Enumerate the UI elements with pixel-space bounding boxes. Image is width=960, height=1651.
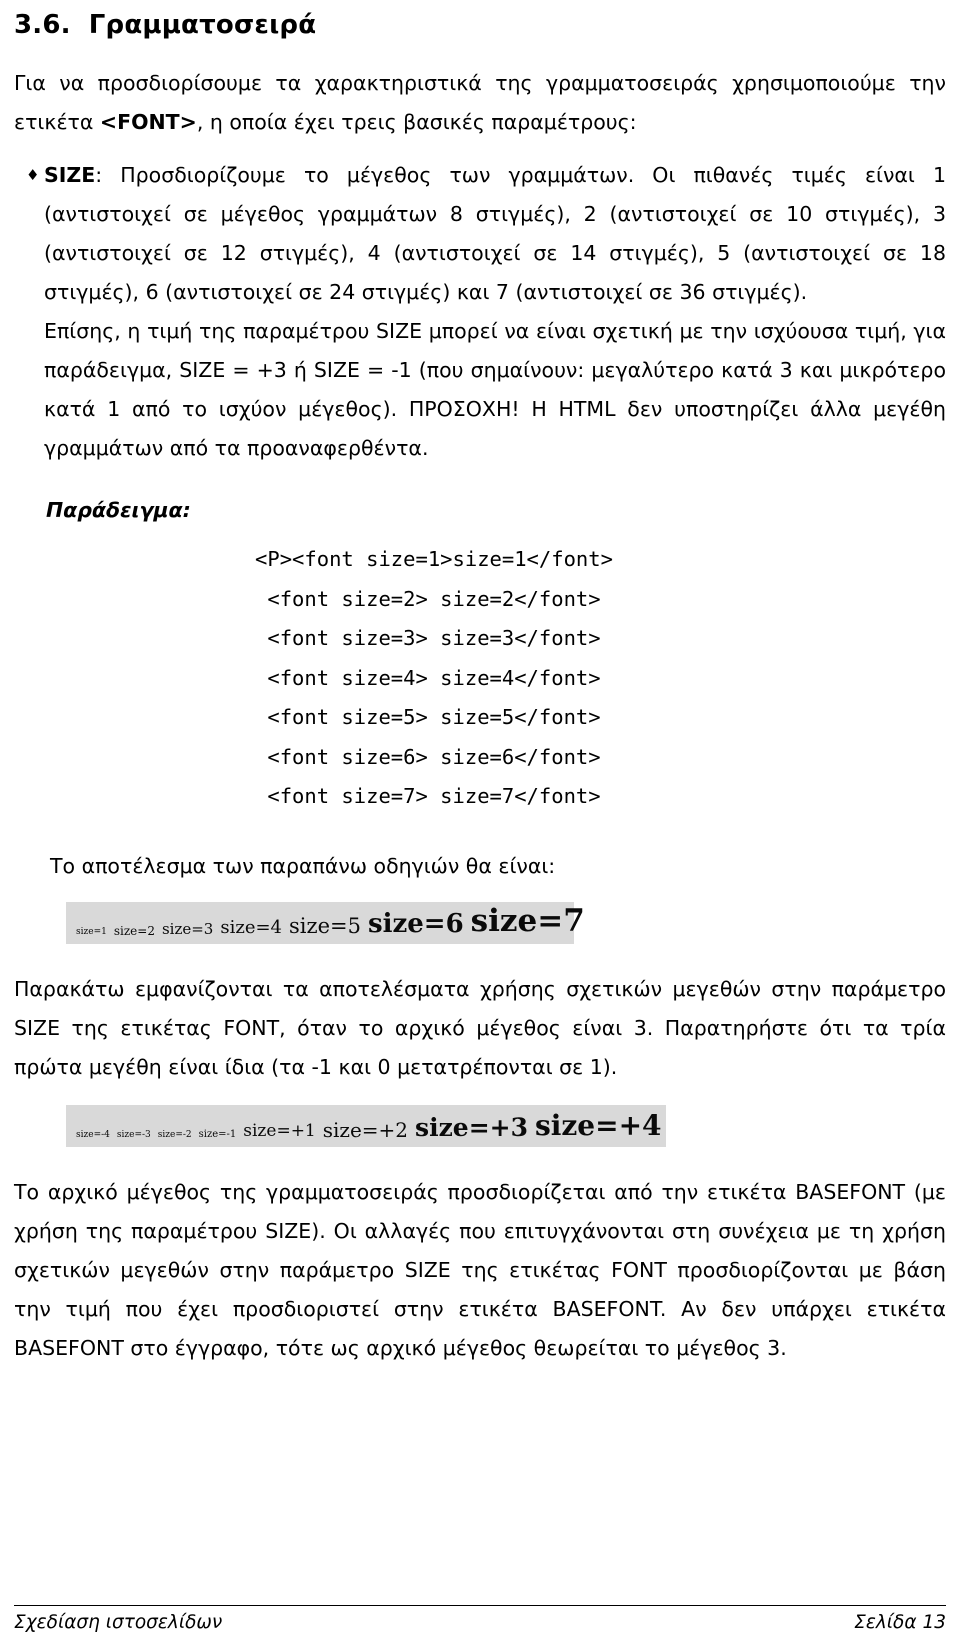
paragraph-after-figure2: Το αρχικό μέγεθος της γραμματοσειράς προ… [14,1179,946,1360]
figure-sample: size=-1 [198,1128,237,1140]
figure-sample: size=+1 [243,1120,316,1141]
figure-sample: size=2 [113,923,155,938]
figure-sample: size=-2 [157,1129,192,1140]
bullet-body: SIZE: Προσδιορίζουμε το μέγεθος των γραμ… [44,156,946,468]
figure-sample: size=-3 [116,1129,151,1140]
code-line: <font size=5> size=5</font> [267,705,601,729]
diamond-bullet-icon: ♦ [26,166,40,184]
font-tag-name: <FONT> [99,110,197,134]
code-line: <font size=4> size=4</font> [267,665,601,690]
section-heading: 3.6. Γραμματοσειρά [14,6,946,40]
code-line: <font size=6> size=6</font> [267,744,601,769]
document-page: 3.6. Γραμματοσειρά Για να προσδιορίσουμε… [0,0,960,1651]
footer-left-text: Σχεδίαση ιστοσελίδων [14,1612,223,1633]
figure-sample: size=6 [367,908,464,939]
figure-absolute-sizes: size=1 size=2 size=3 size=4 size=5 size=… [66,901,585,944]
size-description: : Προσδιορίζουμε το μέγεθος των γραμμάτω… [44,163,946,304]
bullet-item-size: ♦ SIZE: Προσδιορίζουμε το μέγεθος των γρ… [14,156,946,468]
size-parameter-name: SIZE [44,163,96,187]
intro-paragraph: Για να προσδιορίσουμε τα χαρακτηριστικά … [14,64,946,142]
paragraph-after-figure1: Παρακάτω εμφανίζονται τα αποτελέσματα χρ… [14,976,946,1079]
figure-sample: size=+3 [415,1112,528,1142]
section-title: Γραμματοσειρά [88,10,317,40]
figure-sample: size=-4 [76,1129,110,1140]
footer-row: Σχεδίαση ιστοσελίδων Σελίδα 13 [14,1612,946,1633]
figure-sample: size=7 [470,902,585,939]
figure-sample: size=+2 [322,1117,409,1142]
figure-sample: size=5 [289,913,361,938]
figure-sample: size=3 [161,919,214,938]
code-line: <font size=7> size=7</font> [267,784,601,808]
section-number: 3.6. [14,10,71,40]
intro-text-part2: , η οποία έχει τρεις βασικές παραμέτρους… [196,110,637,134]
example-code-block: <P><font size=1>size=1</font> <font size… [14,540,946,817]
figure-sample: size=1 [76,926,107,937]
code-line: <P><font size=1>size=1</font> [255,547,613,571]
example-label: Παράδειγμα: [46,498,191,522]
result-caption: Το αποτέλεσμα των παραπάνω οδηγιών θα εί… [50,853,556,878]
code-line: <font size=3> size=3</font> [267,626,601,650]
figure-relative-sizes: size=-4 size=-3 size=-2 size=-1 size=+1 … [66,1104,666,1147]
page-footer: Σχεδίαση ιστοσελίδων Σελίδα 13 [14,1605,946,1633]
footer-page-number: Σελίδα 13 [854,1612,946,1633]
code-line: <font size=2> size=2</font> [267,586,601,611]
figure-sample: size=4 [220,916,283,938]
bullet-paragraph-1: SIZE: Προσδιορίζουμε το μέγεθος των γραμ… [44,156,946,312]
figure-sample: size=+4 [535,1108,662,1142]
bullet-paragraph-2: Επίσης, η τιμή της παραμέτρου SIZE μπορε… [44,319,946,460]
footer-divider [14,1605,946,1606]
